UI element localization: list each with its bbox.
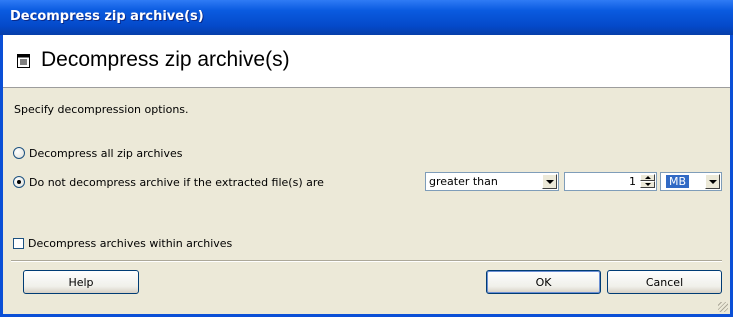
unit-value: MB xyxy=(666,175,690,188)
description-text: Specify decompression options. xyxy=(14,103,189,116)
dialog-window: Decompress zip archive(s) Decompress zip… xyxy=(0,0,733,317)
spin-up-icon[interactable] xyxy=(640,174,655,181)
spinner-buttons xyxy=(640,174,655,189)
comparison-value: greater than xyxy=(429,175,498,188)
ok-button[interactable]: OK xyxy=(486,270,601,294)
nested-archives-checkbox[interactable] xyxy=(13,237,24,249)
dialog-heading: Decompress zip archive(s) xyxy=(41,48,290,71)
decompress-all-radio[interactable] xyxy=(13,147,25,159)
nested-archives-option[interactable]: Decompress archives within archives xyxy=(13,235,232,251)
amount-value: 1 xyxy=(629,175,636,188)
comparison-dropdown[interactable]: greater than xyxy=(425,172,559,191)
dialog-header: Decompress zip archive(s) xyxy=(3,35,730,88)
unit-dropdown[interactable]: MB xyxy=(660,172,722,191)
size-limit-radio[interactable] xyxy=(13,176,25,188)
spin-down-icon[interactable] xyxy=(640,181,655,188)
chevron-down-icon[interactable] xyxy=(705,174,720,189)
dialog-doc-icon xyxy=(17,54,30,68)
nested-archives-label: Decompress archives within archives xyxy=(28,236,233,250)
help-button[interactable]: Help xyxy=(23,270,139,294)
cancel-button[interactable]: Cancel xyxy=(607,270,722,294)
title-bar[interactable]: Decompress zip archive(s) xyxy=(0,0,733,35)
resize-grip-icon[interactable] xyxy=(718,302,728,312)
decompress-all-option[interactable]: Decompress all zip archives xyxy=(13,145,182,161)
size-limit-option[interactable]: Do not decompress archive if the extract… xyxy=(13,174,324,190)
button-separator xyxy=(11,260,722,262)
chevron-down-icon[interactable] xyxy=(542,174,557,189)
decompress-all-label: Decompress all zip archives xyxy=(29,146,183,160)
window-title: Decompress zip archive(s) xyxy=(10,9,204,24)
size-limit-label: Do not decompress archive if the extract… xyxy=(29,175,324,189)
dialog-client-area: Decompress zip archive(s) Specify decomp… xyxy=(3,35,730,314)
amount-spinner[interactable]: 1 xyxy=(564,172,657,191)
